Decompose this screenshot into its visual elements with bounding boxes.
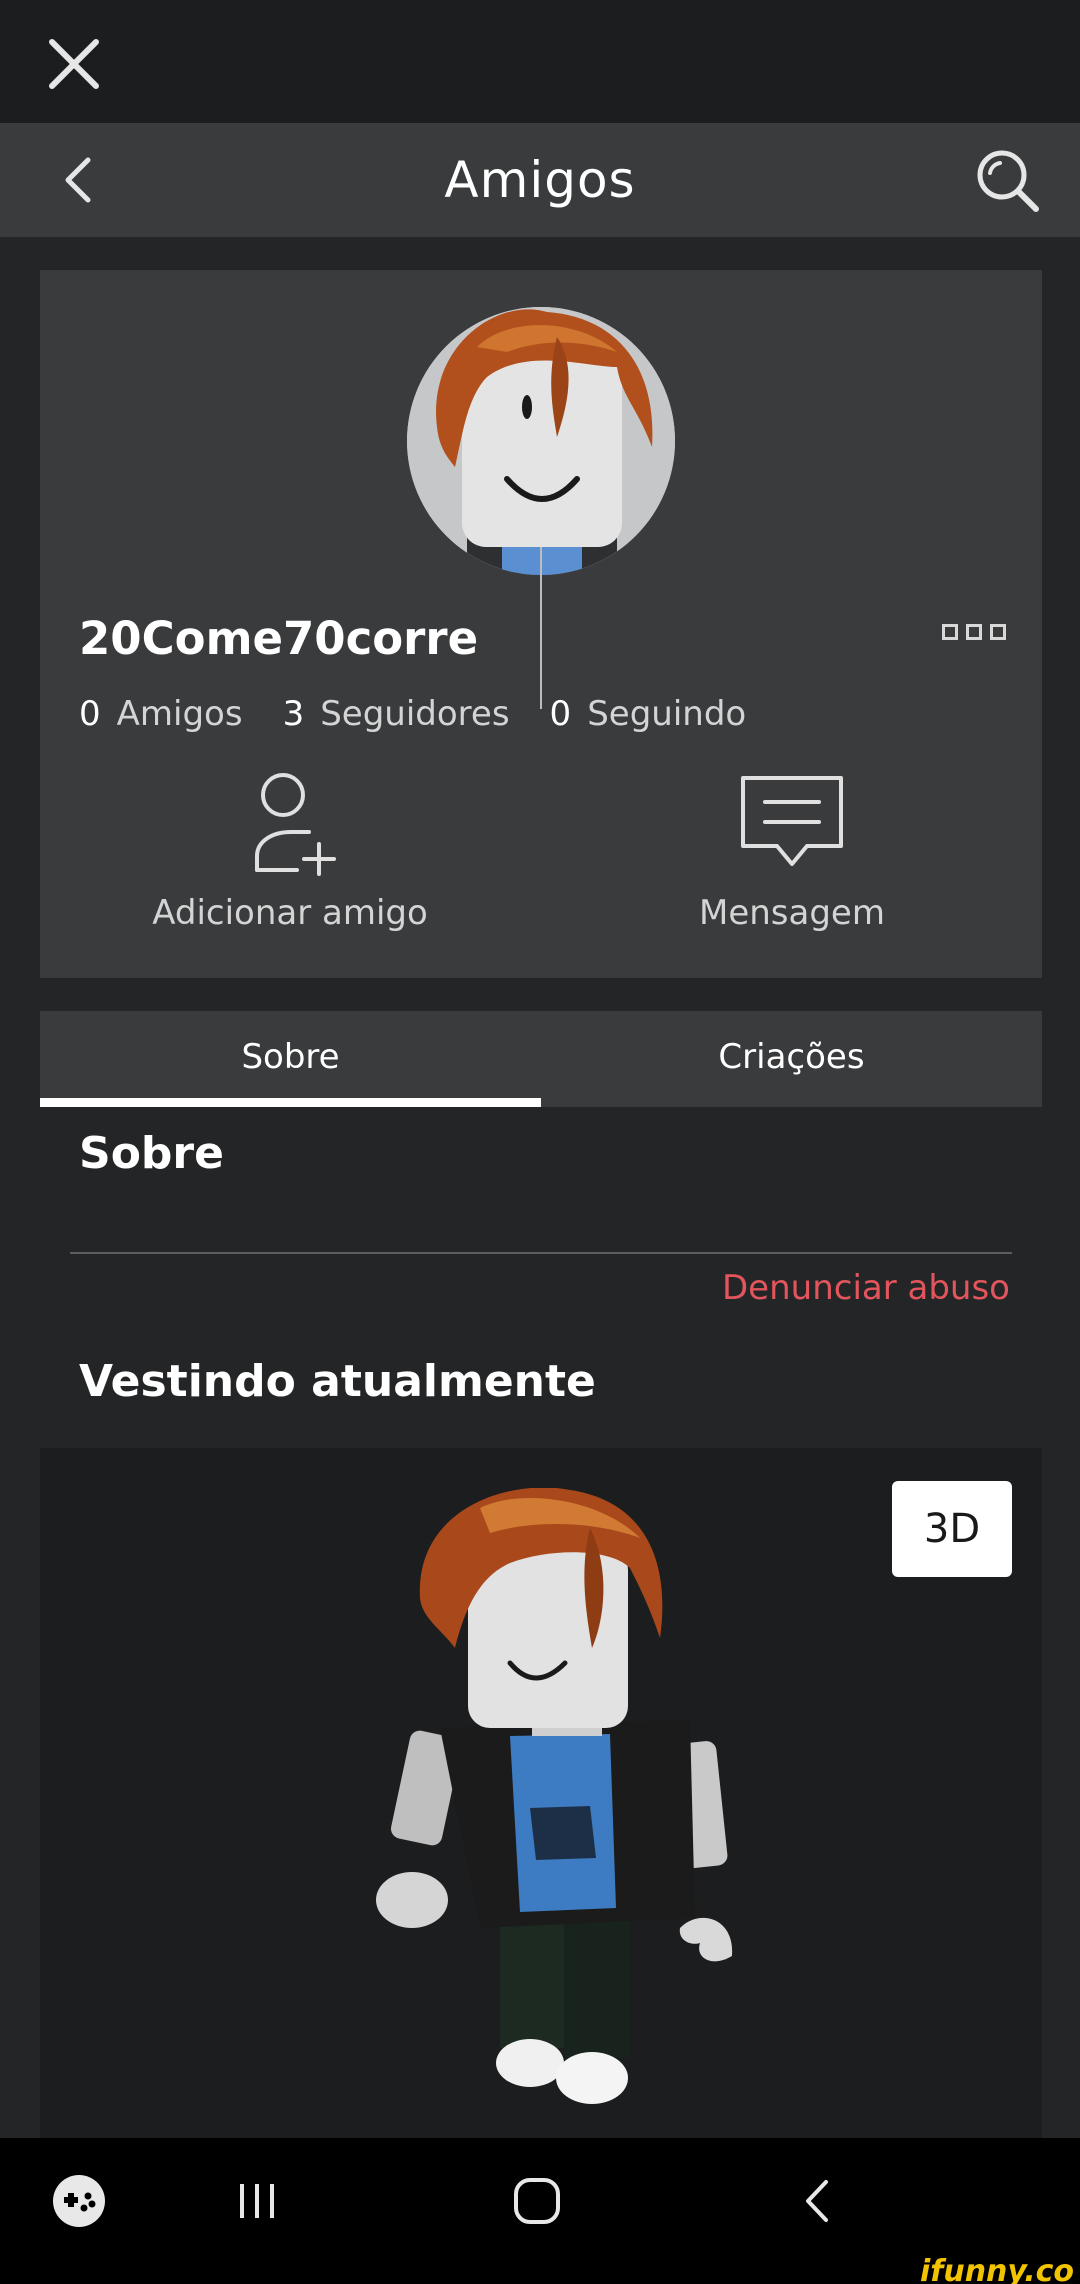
tab-creations[interactable]: Criações <box>541 1011 1042 1107</box>
followers-count-stat[interactable]: 3 Seguidores <box>283 694 510 734</box>
page-title: Amigos <box>444 151 636 209</box>
username: 20Come70corre <box>79 612 479 665</box>
more-dot <box>990 624 1006 640</box>
nav-bar: Amigos <box>0 123 1080 237</box>
message-label: Mensagem <box>699 893 885 933</box>
more-icon[interactable] <box>942 624 1008 648</box>
add-friend-label: Adicionar amigo <box>152 893 428 933</box>
app-screen: Amigos 20Come70corre 0 Amigos 3 Seguidor… <box>0 0 1080 2284</box>
stat-value: 0 <box>79 694 101 734</box>
message-icon <box>737 770 847 880</box>
system-back-icon[interactable] <box>784 2166 854 2236</box>
following-count-stat[interactable]: 0 Seguindo <box>550 694 747 734</box>
friends-count-stat[interactable]: 0 Amigos <box>79 694 243 734</box>
stat-label: Seguidores <box>320 694 510 734</box>
avatar[interactable] <box>407 307 675 575</box>
watermark-bar <box>0 2264 1080 2284</box>
about-section-title: Sobre <box>79 1128 224 1179</box>
avatar-viewer[interactable]: 3D <box>40 1448 1042 2138</box>
add-friend-icon <box>235 770 345 880</box>
home-icon[interactable] <box>502 2166 572 2236</box>
add-friend-button[interactable]: Adicionar amigo <box>40 770 540 940</box>
report-abuse-link[interactable]: Denunciar abuso <box>722 1268 1010 1308</box>
tab-about[interactable]: Sobre <box>40 1011 541 1107</box>
watermark: ifunny.co <box>920 2254 1074 2284</box>
close-icon[interactable] <box>40 30 108 98</box>
avatar-3d-render <box>360 1487 760 2138</box>
stat-label: Amigos <box>116 694 243 734</box>
about-divider <box>70 1252 1012 1254</box>
profile-card: 20Come70corre 0 Amigos 3 Seguidores 0 Se… <box>40 270 1042 978</box>
stat-value: 3 <box>282 694 305 734</box>
back-icon[interactable] <box>48 148 112 212</box>
stat-label: Seguindo <box>587 694 747 734</box>
more-dot <box>942 624 958 640</box>
more-dot <box>966 624 982 640</box>
close-bar <box>0 0 1080 123</box>
tab-selected-indicator <box>40 1098 541 1107</box>
profile-tabs: Sobre Criações <box>40 1011 1042 1107</box>
stat-value: 0 <box>549 694 572 734</box>
system-nav-bar <box>0 2138 1080 2264</box>
profile-actions: Adicionar amigo Mensagem <box>40 770 1042 940</box>
wearing-section-title: Vestindo atualmente <box>79 1356 596 1407</box>
toggle-3d-button[interactable]: 3D <box>892 1481 1012 1577</box>
game-launcher-icon[interactable] <box>44 2166 114 2236</box>
recent-apps-icon[interactable] <box>222 2166 292 2236</box>
profile-stats: 0 Amigos 3 Seguidores 0 Seguindo <box>79 694 746 734</box>
search-icon[interactable] <box>972 145 1044 217</box>
message-button[interactable]: Mensagem <box>542 770 1042 940</box>
action-divider <box>540 547 542 709</box>
